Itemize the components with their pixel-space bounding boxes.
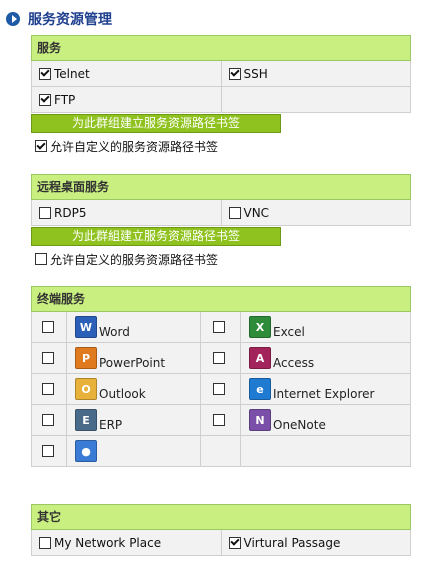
- terminal-app-cell: e Internet Explorer: [241, 374, 411, 405]
- services-section-title: 服务: [31, 35, 411, 61]
- terminal-app-checkbox[interactable]: [41, 321, 54, 333]
- erp-icon: E: [75, 409, 97, 431]
- terminal-app-checkbox[interactable]: [41, 414, 54, 426]
- virtual-passage-checkbox[interactable]: [228, 536, 241, 549]
- terminal-app-checkbox[interactable]: [41, 383, 54, 395]
- service-ftp[interactable]: FTP: [31, 87, 222, 113]
- ftp-checkbox[interactable]: [39, 93, 51, 106]
- arrow-right-icon: [6, 12, 20, 26]
- build-bookmark-button[interactable]: 为此群组建立服务资源路径书签: [31, 114, 281, 133]
- vnc-checkbox[interactable]: [228, 206, 241, 219]
- internet-explorer-icon: e: [249, 378, 271, 400]
- terminal-check-cell: [201, 405, 241, 436]
- allow-custom-bookmark-label: 允许自定义的服务资源路径书签: [50, 139, 219, 154]
- my-network-place-label: My Network Place: [54, 535, 162, 550]
- ftp-label: FTP: [54, 92, 76, 107]
- remote-rdp5[interactable]: RDP5: [31, 200, 222, 226]
- terminal-check-cell: [201, 436, 241, 467]
- remote-build-bookmark-button[interactable]: 为此群組建立服务资源路径书签: [31, 227, 281, 246]
- word-icon: W: [75, 316, 97, 338]
- terminal-app-cell: ●: [67, 436, 201, 467]
- terminal-row: P PowerPoint A Access: [31, 343, 411, 374]
- terminal-app-label: Excel: [273, 325, 305, 339]
- page-title: 服务资源管理: [28, 12, 112, 28]
- terminal-check-cell: [31, 436, 67, 467]
- terminal-app-cell: W Word: [67, 312, 201, 343]
- terminal-check-cell: [201, 312, 241, 343]
- terminal-check-cell: [201, 343, 241, 374]
- access-icon: A: [249, 347, 271, 369]
- terminal-app-cell: A Access: [241, 343, 411, 374]
- other-virtual-passage[interactable]: Virtural Passage: [221, 530, 411, 556]
- remote-allow-custom-bookmark-row[interactable]: 允许自定义的服务资源路径书签: [31, 249, 411, 269]
- other-section-title: 其它: [31, 504, 411, 530]
- remote-allow-custom-bookmark-checkbox[interactable]: [35, 253, 47, 265]
- terminal-app-label: OneNote: [273, 418, 326, 432]
- terminal-app-checkbox[interactable]: [41, 352, 54, 364]
- remote-desktop-section-title: 远程桌面服务: [31, 174, 411, 200]
- virtual-passage-label: Virtural Passage: [243, 535, 341, 550]
- ssh-checkbox[interactable]: [228, 67, 241, 80]
- terminal-app-checkbox[interactable]: [213, 321, 225, 333]
- other-section: 其它 My Network Place Virtural Passage: [31, 504, 411, 556]
- terminal-services-section-title: 终端服务: [31, 286, 411, 312]
- terminal-app-cell: N OneNote: [241, 405, 411, 436]
- ssh-label: SSH: [243, 66, 268, 81]
- terminal-check-cell: [31, 343, 67, 374]
- vnc-label: VNC: [243, 205, 270, 220]
- service-ssh[interactable]: SSH: [221, 61, 411, 87]
- terminal-row: E ERP N OneNote: [31, 405, 411, 436]
- terminal-check-cell: [31, 374, 67, 405]
- services-section: 服务 Telnet SSH FTP 为此群组建立服务资源路径书签 允许自定义的服…: [31, 35, 411, 156]
- terminal-row: W Word X Excel: [31, 312, 411, 343]
- generic-app-icon: ●: [75, 440, 97, 462]
- terminal-app-checkbox[interactable]: [213, 352, 225, 364]
- telnet-label: Telnet: [54, 66, 90, 81]
- terminal-app-label: PowerPoint: [99, 356, 166, 370]
- terminal-check-cell: [31, 312, 67, 343]
- telnet-checkbox[interactable]: [39, 67, 51, 80]
- terminal-check-cell: [31, 405, 67, 436]
- terminal-app-cell: [241, 436, 411, 467]
- rdp5-label: RDP5: [54, 205, 87, 220]
- terminal-app-checkbox[interactable]: [41, 445, 54, 457]
- terminal-row: O Outlook e Internet Explorer: [31, 374, 411, 405]
- terminal-app-label: Outlook: [99, 387, 146, 401]
- terminal-app-cell: O Outlook: [67, 374, 201, 405]
- remote-allow-custom-bookmark-label: 允许自定义的服务资源路径书签: [50, 252, 219, 267]
- page-header: 服务资源管理: [6, 8, 112, 30]
- powerpoint-icon: P: [75, 347, 97, 369]
- excel-icon: X: [249, 316, 271, 338]
- terminal-app-cell: X Excel: [241, 312, 411, 343]
- outlook-icon: O: [75, 378, 97, 400]
- other-my-network-place[interactable]: My Network Place: [31, 530, 222, 556]
- terminal-app-checkbox[interactable]: [213, 383, 225, 395]
- service-empty-cell: [221, 87, 411, 113]
- terminal-row: ●: [31, 436, 411, 467]
- my-network-place-checkbox[interactable]: [39, 536, 51, 549]
- terminal-app-checkbox[interactable]: [213, 414, 225, 426]
- terminal-services-section: 终端服务 W Word X Excel P PowerPoint A Access O Outlo…: [31, 286, 411, 467]
- terminal-app-cell: P PowerPoint: [67, 343, 201, 374]
- remote-desktop-section: 远程桌面服务 RDP5 VNC 为此群組建立服务资源路径书签 允许自定义的服务资…: [31, 174, 411, 269]
- terminal-app-label: Word: [99, 325, 130, 339]
- terminal-app-cell: E ERP: [67, 405, 201, 436]
- allow-custom-bookmark-row[interactable]: 允许自定义的服务资源路径书签: [31, 136, 411, 156]
- allow-custom-bookmark-checkbox[interactable]: [35, 140, 47, 152]
- remote-vnc[interactable]: VNC: [221, 200, 411, 226]
- terminal-check-cell: [201, 374, 241, 405]
- terminal-app-label: Internet Explorer: [273, 387, 375, 401]
- terminal-app-label: Access: [273, 356, 315, 370]
- terminal-app-label: ERP: [99, 418, 123, 432]
- rdp5-checkbox[interactable]: [39, 206, 51, 219]
- service-telnet[interactable]: Telnet: [31, 61, 222, 87]
- onenote-icon: N: [249, 409, 271, 431]
